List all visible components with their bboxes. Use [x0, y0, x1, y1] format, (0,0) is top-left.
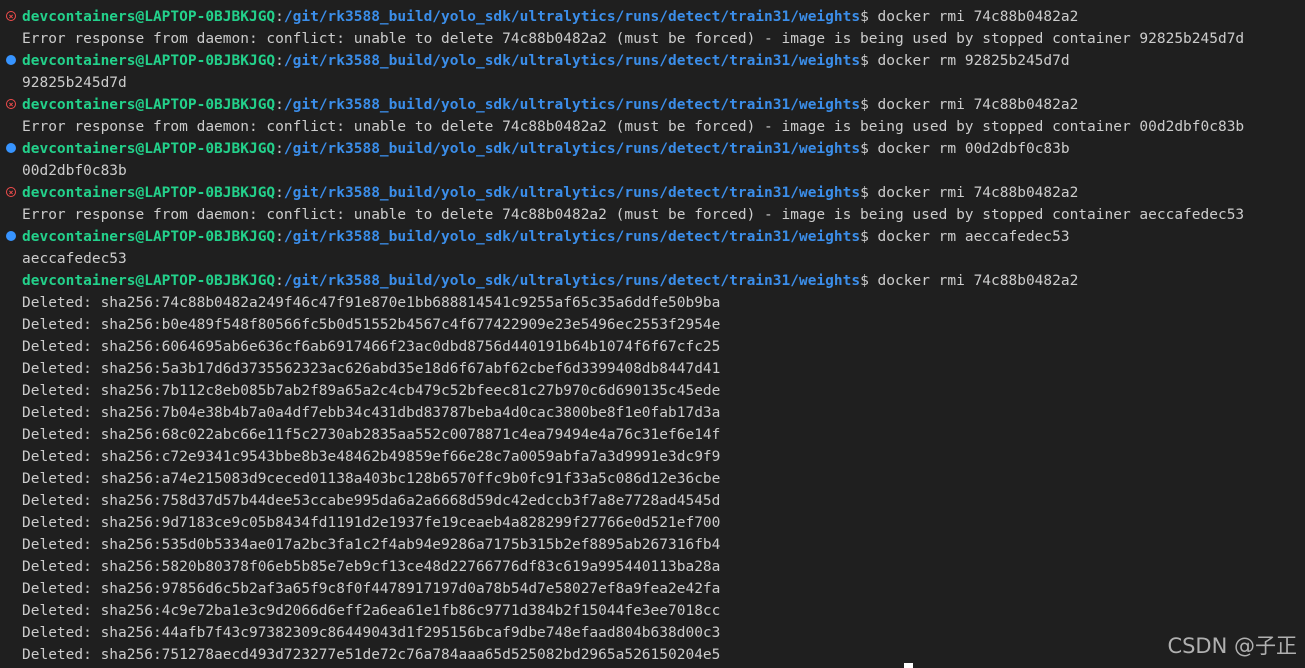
output-text: Deleted: sha256:44afb7f43c97382309c86449… [22, 625, 721, 641]
prompt-separator: : [275, 97, 284, 113]
command-error-icon[interactable]: × [6, 187, 16, 197]
prompt-path: /git/rk3588_build/yolo_sdk/ultralytics/r… [283, 97, 861, 113]
prompt-user: devcontainers@LAPTOP-0BJBKJGQ [22, 141, 276, 157]
output-text: Deleted: sha256:5820b80378f06eb5b85e7eb9… [22, 559, 721, 575]
prompt-text: devcontainers@LAPTOP-0BJBKJGQ:/git/rk358… [22, 182, 1078, 204]
output-text: Deleted: sha256:5a3b17d6d3735562323ac626… [22, 361, 721, 377]
prompt-dollar: $ [860, 141, 869, 157]
output-text: Deleted: sha256:7b04e38b4b7a0a4df7ebb34c… [22, 405, 721, 421]
prompt-dollar: $ [860, 97, 869, 113]
output-text: Deleted: sha256:c72e9341c9543bbe8b3e4846… [22, 449, 721, 465]
prompt-user: devcontainers@LAPTOP-0BJBKJGQ [22, 9, 276, 25]
prompt-text: devcontainers@LAPTOP-0BJBKJGQ:/git/rk358… [22, 226, 1070, 248]
output-text: Error response from daemon: conflict: un… [22, 119, 1245, 135]
command-text: docker rmi 74c88b0482a2 [868, 273, 1079, 289]
output-text: 00d2dbf0c83b [22, 163, 127, 179]
prompt-user: devcontainers@LAPTOP-0BJBKJGQ [22, 53, 276, 69]
command-text: docker rmi 74c88b0482a2 [868, 97, 1079, 113]
prompt-path: /git/rk3588_build/yolo_sdk/ultralytics/r… [283, 185, 861, 201]
prompt-text: devcontainers@LAPTOP-0BJBKJGQ:/git/rk358… [22, 270, 1078, 292]
prompt-dollar: $ [860, 273, 869, 289]
command-text: docker rm 92825b245d7d [868, 53, 1070, 69]
prompt-user: devcontainers@LAPTOP-0BJBKJGQ [22, 185, 276, 201]
terminal-panel[interactable]: × devcontainers@LAPTOP-0BJBKJGQ:/git/rk35… [0, 0, 1305, 668]
output-text: Deleted: sha256:7b112c8eb085b7ab2f89a65a… [22, 383, 721, 399]
command-text: docker rmi 74c88b0482a2 [868, 185, 1079, 201]
output-text: Deleted: sha256:758d37d57b44dee53ccabe99… [22, 493, 721, 509]
watermark: CSDN @子正 [1167, 634, 1297, 658]
output-text: 92825b245d7d [22, 75, 127, 91]
prompt-separator: : [275, 9, 284, 25]
output-text: Deleted: sha256:751278aecd493d723277e51d… [22, 647, 721, 663]
command-success-icon[interactable] [6, 55, 16, 65]
output-text: Error response from daemon: conflict: un… [22, 31, 1245, 47]
command-text: docker rm aeccafedec53 [868, 229, 1070, 245]
output-text: Deleted: sha256:6064695ab6e636cf6ab69174… [22, 339, 721, 355]
output-text: Deleted: sha256:535d0b5334ae017a2bc3fa1c… [22, 537, 721, 553]
prompt-separator: : [275, 229, 284, 245]
prompt-path: /git/rk3588_build/yolo_sdk/ultralytics/r… [283, 9, 861, 25]
prompt-path: /git/rk3588_build/yolo_sdk/ultralytics/r… [283, 273, 861, 289]
prompt-user: devcontainers@LAPTOP-0BJBKJGQ [22, 273, 276, 289]
output-text: Deleted: sha256:4c9e72ba1e3c9d2066d6eff2… [22, 603, 721, 619]
prompt-dollar: $ [860, 185, 869, 201]
output-text: Deleted: sha256:97856d6c5b2af3a65f9c8f0f… [22, 581, 721, 597]
prompt-path: /git/rk3588_build/yolo_sdk/ultralytics/r… [283, 53, 861, 69]
prompt-path: /git/rk3588_build/yolo_sdk/ultralytics/r… [283, 141, 861, 157]
prompt-text: devcontainers@LAPTOP-0BJBKJGQ:/git/rk358… [22, 6, 1078, 28]
command-success-icon[interactable] [6, 143, 16, 153]
output-text: Deleted: sha256:68c022abc66e11f5c2730ab2… [22, 427, 721, 443]
command-success-icon[interactable] [6, 231, 16, 241]
prompt-dollar: $ [860, 229, 869, 245]
command-error-icon[interactable]: × [6, 99, 16, 109]
prompt-dollar: $ [860, 53, 869, 69]
prompt-user: devcontainers@LAPTOP-0BJBKJGQ [22, 229, 276, 245]
prompt-separator: : [275, 53, 284, 69]
prompt-user: devcontainers@LAPTOP-0BJBKJGQ [22, 97, 276, 113]
output-text: Error response from daemon: conflict: un… [22, 207, 1245, 223]
output-text: aeccafedec53 [22, 251, 127, 267]
prompt-text: devcontainers@LAPTOP-0BJBKJGQ:/git/rk358… [22, 138, 1070, 160]
command-text: docker rm 00d2dbf0c83b [868, 141, 1070, 157]
command-error-icon[interactable]: × [6, 11, 16, 21]
prompt-dollar: $ [860, 9, 869, 25]
prompt-text: devcontainers@LAPTOP-0BJBKJGQ:/git/rk358… [22, 50, 1070, 72]
output-text: Deleted: sha256:a74e215083d9ceced01138a4… [22, 471, 721, 487]
prompt-separator: : [275, 185, 284, 201]
prompt-separator: : [275, 141, 284, 157]
prompt-path: /git/rk3588_build/yolo_sdk/ultralytics/r… [283, 229, 861, 245]
output-text: Deleted: sha256:b0e489f548f80566fc5b0d51… [22, 317, 721, 333]
command-text: docker rmi 74c88b0482a2 [868, 9, 1079, 25]
prompt-separator: : [275, 273, 284, 289]
terminal-cursor [904, 663, 913, 668]
output-text: Deleted: sha256:9d7183ce9c05b8434fd1191d… [22, 515, 721, 531]
prompt-text: devcontainers@LAPTOP-0BJBKJGQ:/git/rk358… [22, 94, 1078, 116]
output-text: Deleted: sha256:74c88b0482a249f46c47f91e… [22, 295, 721, 311]
